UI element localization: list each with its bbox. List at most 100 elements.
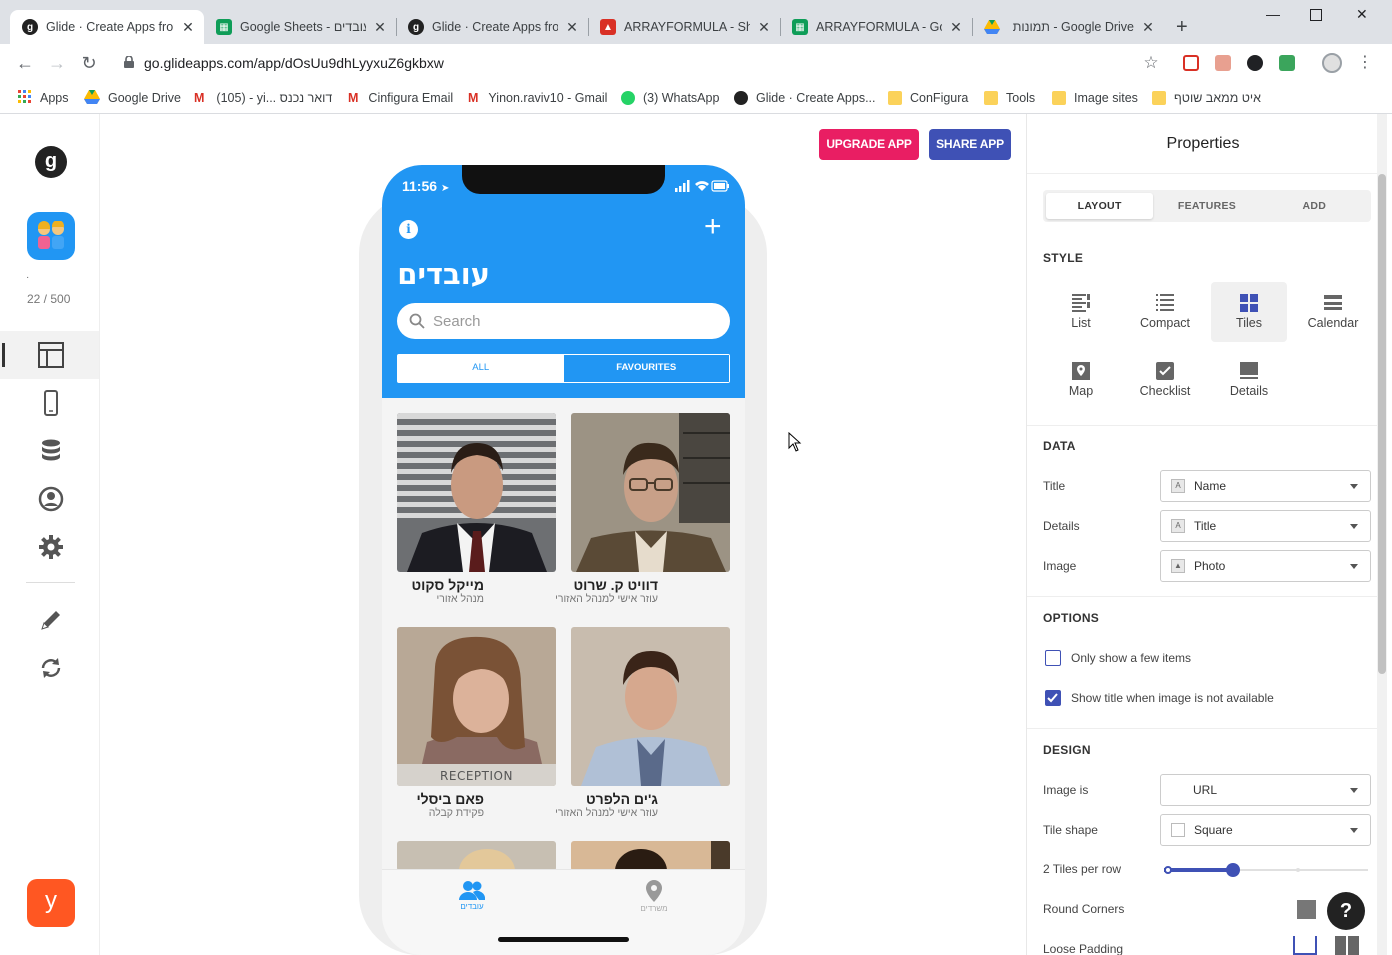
title-column-select[interactable]: A Name	[1160, 470, 1371, 502]
bookmark-configura[interactable]: ConFigura	[888, 88, 968, 108]
bookmark-tools[interactable]: Tools	[984, 88, 1035, 108]
extension-pdf-icon[interactable]	[1215, 55, 1231, 71]
star-icon[interactable]: ☆	[1140, 52, 1162, 74]
tiles-per-row-label: 2 Tiles per row	[1043, 862, 1122, 876]
tile-shape-select[interactable]: Square	[1160, 814, 1371, 846]
sync-icon[interactable]	[38, 655, 64, 681]
reload-icon[interactable]: ↻	[78, 52, 100, 74]
close-icon[interactable]: ✕	[372, 19, 388, 36]
tab-drive[interactable]: תמונות - Google Drive ✕	[972, 10, 1164, 44]
tab-people[interactable]: עובדים	[432, 880, 512, 911]
tab-features[interactable]: FEATURES	[1153, 193, 1260, 219]
bookmark-image-sites[interactable]: Image sites	[1052, 88, 1138, 108]
tile-jim[interactable]: ג'ים הלפרט עוזר אישי למנהל האזורי	[555, 627, 730, 819]
window-close-button[interactable]: ✕	[1356, 6, 1368, 23]
extension-pocket-icon[interactable]	[1183, 55, 1199, 71]
tile-michael[interactable]: מייקל סקוט מנהל אזורי	[397, 413, 556, 605]
forward-icon[interactable]: →	[46, 52, 68, 74]
tile-pam[interactable]: RECEPTION פאם ביסלי פקידת קבלה	[397, 627, 556, 819]
phone-preview: 11:56 ➤ i + עובדים Search ALL FAVOURITES	[382, 165, 745, 955]
device-preview-icon[interactable]	[38, 390, 64, 416]
tab-offices[interactable]: משרדים	[614, 880, 694, 913]
design-header: DESIGN	[1043, 743, 1091, 757]
minimize-button[interactable]: —	[1266, 6, 1280, 22]
style-details[interactable]: Details	[1211, 350, 1287, 410]
only-show-few-checkbox[interactable]	[1045, 650, 1061, 666]
round-corners-toggle[interactable]	[1297, 900, 1316, 919]
browser-toolbar: ← → ↻ go.glideapps.com/app/dOsUu9dhLyyxu…	[0, 44, 1392, 82]
checklist-icon	[1156, 362, 1174, 380]
image-column-select[interactable]: ▲ Photo	[1160, 550, 1371, 582]
close-icon[interactable]: ✕	[756, 19, 772, 36]
tab-layout[interactable]: LAYOUT	[1046, 193, 1154, 219]
glide-icon: g	[22, 19, 38, 35]
tab-glide-active[interactable]: g Glide · Create Apps from ✕	[10, 10, 204, 44]
bookmark-cinfigura-email[interactable]: M Cinfigura Email	[348, 88, 453, 108]
bookmark-google-drive[interactable]: Google Drive	[84, 88, 181, 108]
extension-avg-icon[interactable]	[1279, 55, 1295, 71]
maximize-button[interactable]	[1310, 9, 1322, 21]
profile-avatar[interactable]	[1322, 53, 1342, 73]
gear-icon[interactable]	[38, 534, 64, 560]
tab-add[interactable]: ADD	[1261, 193, 1368, 219]
scrollbar-thumb[interactable]	[1378, 174, 1386, 674]
tab-arrayformula-2[interactable]: ▦ ARRAYFORMULA - Goo ✕	[780, 10, 972, 44]
details-column-select[interactable]: A Title	[1160, 510, 1371, 542]
tab-glide-2[interactable]: g Glide · Create Apps from ✕	[396, 10, 588, 44]
sheets-icon: ▦	[216, 19, 232, 35]
padding-option-tight[interactable]	[1335, 936, 1359, 955]
close-icon[interactable]: ✕	[180, 19, 196, 36]
glide-logo[interactable]: g	[35, 146, 67, 178]
style-calendar[interactable]: Calendar	[1295, 282, 1371, 342]
bookmark-whatsapp[interactable]: (3) WhatsApp	[621, 88, 719, 108]
padding-option-loose[interactable]	[1293, 936, 1317, 955]
back-icon[interactable]: ←	[14, 52, 36, 74]
menu-kebab-icon[interactable]: ⋮	[1354, 52, 1376, 74]
help-button[interactable]: ?	[1327, 892, 1365, 930]
upgrade-app-button[interactable]: UPGRADE APP	[819, 129, 919, 160]
database-icon[interactable]	[38, 438, 64, 464]
share-app-button[interactable]: SHARE APP	[929, 129, 1011, 160]
style-checklist[interactable]: Checklist	[1127, 350, 1203, 410]
whatsapp-icon	[621, 91, 635, 105]
style-compact[interactable]: Compact	[1127, 282, 1203, 342]
close-icon[interactable]: ✕	[948, 19, 964, 36]
tab-arrayformula-1[interactable]: ▲ ARRAYFORMULA - Shee ✕	[588, 10, 780, 44]
tab-all[interactable]: ALL	[398, 355, 564, 382]
show-title-checkbox[interactable]	[1045, 690, 1061, 706]
style-list[interactable]: List	[1043, 282, 1119, 342]
tile-partial-right[interactable]	[571, 841, 730, 871]
close-icon[interactable]: ✕	[564, 19, 580, 36]
bookmark-gmail-inbox[interactable]: M (105) - yi... דואר נכנס	[194, 88, 332, 108]
address-bar[interactable]: go.glideapps.com/app/dOsUu9dhLyyxuZ6gkbx…	[112, 48, 1172, 78]
options-header: OPTIONS	[1043, 611, 1100, 625]
bookmark-apps[interactable]: Apps	[18, 88, 69, 108]
tile-dwight[interactable]: דוויט ק. שרוט עוזר אישי למנהל האזורי	[555, 413, 730, 605]
add-item-button[interactable]: +	[704, 210, 722, 244]
nav-layout-selected[interactable]	[0, 331, 99, 379]
image-is-select[interactable]: URL	[1160, 774, 1371, 806]
tab-favourites[interactable]: FAVOURITES	[563, 355, 729, 382]
bookmark-folder-hebrew[interactable]: איט ממאב שוטף	[1152, 88, 1261, 108]
new-tab-button[interactable]: +	[1176, 16, 1188, 39]
search-input[interactable]: Search	[397, 303, 730, 339]
style-tiles-selected[interactable]: Tiles	[1211, 282, 1287, 342]
tab-sheets[interactable]: ▦ Google Sheets - עובדים ✕	[204, 10, 396, 44]
info-icon[interactable]: i	[399, 220, 418, 239]
pencil-icon[interactable]	[38, 607, 64, 633]
app-icon[interactable]	[27, 212, 75, 260]
search-icon	[409, 313, 425, 329]
bookmark-glide[interactable]: Glide · Create Apps...	[734, 88, 876, 108]
bookmark-yinon-gmail[interactable]: M Yinon.raviv10 - Gmail	[468, 88, 607, 108]
tile-photo	[571, 413, 730, 572]
tile-partial-left[interactable]	[397, 841, 556, 871]
user-account-icon[interactable]	[38, 486, 64, 512]
extension-location-icon[interactable]	[1247, 55, 1263, 71]
yoast-y-button[interactable]: y	[27, 879, 75, 927]
close-icon[interactable]: ✕	[1140, 19, 1156, 36]
chevron-down-icon	[1350, 788, 1358, 793]
slider-thumb[interactable]	[1226, 863, 1240, 877]
style-map[interactable]: Map	[1043, 350, 1119, 410]
gmail-icon: M	[348, 91, 359, 105]
tiles-per-row-slider[interactable]	[1164, 863, 1368, 877]
